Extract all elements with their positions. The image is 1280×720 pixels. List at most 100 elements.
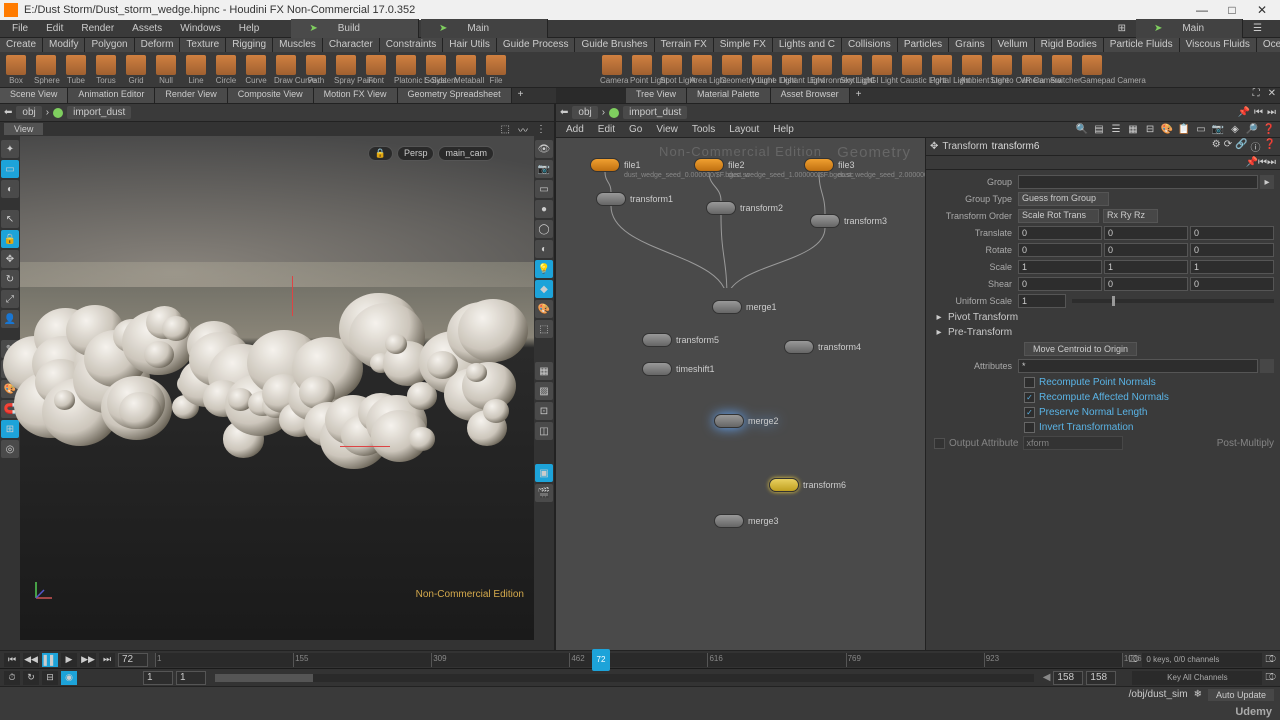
xray-icon[interactable]: ◐ (535, 240, 553, 258)
pane-tab-material[interactable]: Material Palette (687, 88, 771, 103)
node-canvas[interactable]: Non-Commercial Edition Geometry file1dus… (556, 138, 925, 650)
shade-icon[interactable]: ● (535, 200, 553, 218)
shelf-tab[interactable]: Grains (949, 38, 991, 52)
render-icon[interactable]: 🎬 (535, 484, 553, 502)
shelf-tab[interactable]: Hair Utils (443, 38, 497, 52)
select-obj-icon[interactable]: ▭ (1, 160, 19, 178)
scale-icon[interactable]: ⤢ (1, 290, 19, 308)
attributes-field[interactable]: * (1018, 359, 1258, 373)
crumb-node[interactable]: import_dust (623, 106, 687, 119)
layout-icon[interactable]: ▤ (1092, 123, 1106, 137)
snapshot-icon[interactable]: 📷 (1211, 123, 1225, 137)
history-icon[interactable]: ⏮ (1254, 107, 1263, 118)
viewport-canvas[interactable]: 🔒 Persp main_cam Non-Commercial Edition (20, 136, 534, 640)
shelf-icon-null[interactable]: Null (154, 55, 178, 85)
gear-icon[interactable]: ⚙ (1212, 139, 1221, 154)
shelf-icon-arealight[interactable]: Area Light (690, 55, 714, 85)
group-field[interactable] (1018, 175, 1258, 189)
pointer-icon[interactable]: ↖ (1, 210, 19, 228)
help-icon[interactable]: ❓ (1262, 123, 1276, 137)
shelf-icon-volumelight[interactable]: Volume Light (750, 55, 774, 85)
pivot-transform-collapse[interactable]: ▸Pivot Transform (932, 310, 1274, 325)
pin-icon[interactable]: 📌 (1238, 107, 1250, 118)
wire-icon[interactable]: ◯ (535, 220, 553, 238)
history-fwd-icon[interactable]: ⏭ (1267, 157, 1276, 168)
color-icon[interactable]: 🎨 (535, 300, 553, 318)
desktop-tab-build[interactable]: ➤Build (291, 19, 419, 38)
rotate-icon[interactable]: ↻ (1, 270, 19, 288)
net-menu-tools[interactable]: Tools (686, 123, 721, 136)
uniform-scale-slider[interactable] (1072, 299, 1274, 303)
net-menu-view[interactable]: View (650, 123, 684, 136)
shelf-tab[interactable]: Vellum (992, 38, 1035, 52)
crumb-node[interactable]: import_dust (67, 106, 131, 119)
shelf-tab[interactable]: Terrain FX (655, 38, 714, 52)
shelf-tab[interactable]: Lights and C (773, 38, 842, 52)
maximize-button[interactable]: □ (1218, 1, 1246, 19)
pre-transform-collapse[interactable]: ▸Pre-Transform (932, 325, 1274, 340)
check-output-attr[interactable] (934, 438, 945, 449)
snap-point-icon[interactable]: ⋮ (532, 124, 550, 135)
shelf-icon-geolight[interactable]: Geometry Light (720, 55, 744, 85)
shelf-icon-metaball[interactable]: Metaball (454, 55, 478, 85)
shelf-icon-sphere[interactable]: Sphere (34, 55, 58, 85)
desktop-tab-main[interactable]: ➤Main (421, 19, 548, 38)
shelf-tab[interactable]: Oceans (1257, 38, 1280, 52)
node-timeshift1[interactable]: timeshift1 (642, 362, 715, 376)
add-tab-button[interactable]: + (850, 88, 868, 103)
pane-tab-composite[interactable]: Composite View (228, 88, 314, 103)
net-menu-go[interactable]: Go (623, 123, 648, 136)
key-all-button[interactable]: Key All Channels (1132, 671, 1262, 685)
flipbook-icon[interactable]: ▣ (535, 464, 553, 482)
next-frame-button[interactable]: ▶▶ (80, 653, 96, 667)
shelf-tab[interactable]: Viscous Fluids (1180, 38, 1257, 52)
shelf-tab[interactable]: Deform (135, 38, 181, 52)
menu-icon[interactable]: ☰ (1245, 21, 1270, 36)
cplane-icon[interactable]: ◎ (1, 440, 19, 458)
ortho-icon[interactable]: ▭ (535, 180, 553, 198)
cam-icon[interactable]: 📷 (535, 160, 553, 178)
xform-order-dropdown[interactable]: Scale Rot Trans (1018, 209, 1099, 223)
timeline-track[interactable]: 72 11553094626167699231076 (155, 653, 1122, 667)
secure-sel-icon[interactable]: 🔒 (1, 230, 19, 248)
view-tab[interactable]: View (4, 123, 43, 135)
display-icon[interactable]: 👁 (535, 140, 553, 158)
range-slider[interactable] (215, 674, 1034, 682)
shelf-icon-line[interactable]: Line (184, 55, 208, 85)
move-icon[interactable]: ✥ (1, 250, 19, 268)
overview-icon[interactable]: ◈ (1228, 123, 1242, 137)
shelf-tab[interactable]: Modify (43, 38, 85, 52)
add-tab-button[interactable]: + (512, 88, 530, 103)
pose-icon[interactable]: 👤 (1, 310, 19, 328)
shelf-icon-switcher[interactable]: Switcher (1050, 55, 1074, 85)
back-icon[interactable]: ⬅ (560, 107, 568, 118)
frame-field[interactable]: 72 (118, 653, 148, 667)
timeline-cursor[interactable]: 72 (592, 649, 610, 671)
last-frame-button[interactable]: ⏭ (99, 653, 115, 667)
shelf-icon-drawcurve[interactable]: Draw Curve (274, 55, 298, 85)
sticky-icon[interactable]: 📋 (1177, 123, 1191, 137)
shelf-tab[interactable]: Guide Brushes (575, 38, 654, 52)
rot-order-dropdown[interactable]: Rx Ry Rz (1103, 209, 1158, 223)
shelf-icon-platonic[interactable]: Platonic Solids (394, 55, 418, 85)
attr-menu-icon[interactable] (1260, 359, 1274, 373)
shelf-tab[interactable]: Guide Process (497, 38, 576, 52)
shelf-icon-ambientlight[interactable]: Ambient Light (960, 55, 984, 85)
uniform-scale-field[interactable]: 1 (1018, 294, 1066, 308)
integer-frames-icon[interactable]: ◉ (61, 671, 77, 685)
shelf-tab[interactable]: Collisions (842, 38, 898, 52)
radial-menu-icon[interactable]: ⊞ (1110, 21, 1134, 36)
menu-assets[interactable]: Assets (124, 21, 170, 36)
play-fwd-button[interactable]: ▶ (61, 653, 77, 667)
menu-help[interactable]: Help (231, 21, 268, 36)
prev-frame-button[interactable]: ◀◀ (23, 653, 39, 667)
close-button[interactable]: ✕ (1248, 1, 1276, 19)
camera-dropdown[interactable]: main_cam (438, 146, 494, 161)
sz-field[interactable]: 1 (1190, 260, 1274, 274)
shelf-icon-torus[interactable]: Torus (94, 55, 118, 85)
shelf-tab[interactable]: Texture (180, 38, 226, 52)
menu-edit[interactable]: Edit (38, 21, 71, 36)
sy-field[interactable]: 1 (1104, 260, 1188, 274)
reload-icon[interactable]: ⟳ (1224, 139, 1232, 154)
menu-file[interactable]: File (4, 21, 36, 36)
